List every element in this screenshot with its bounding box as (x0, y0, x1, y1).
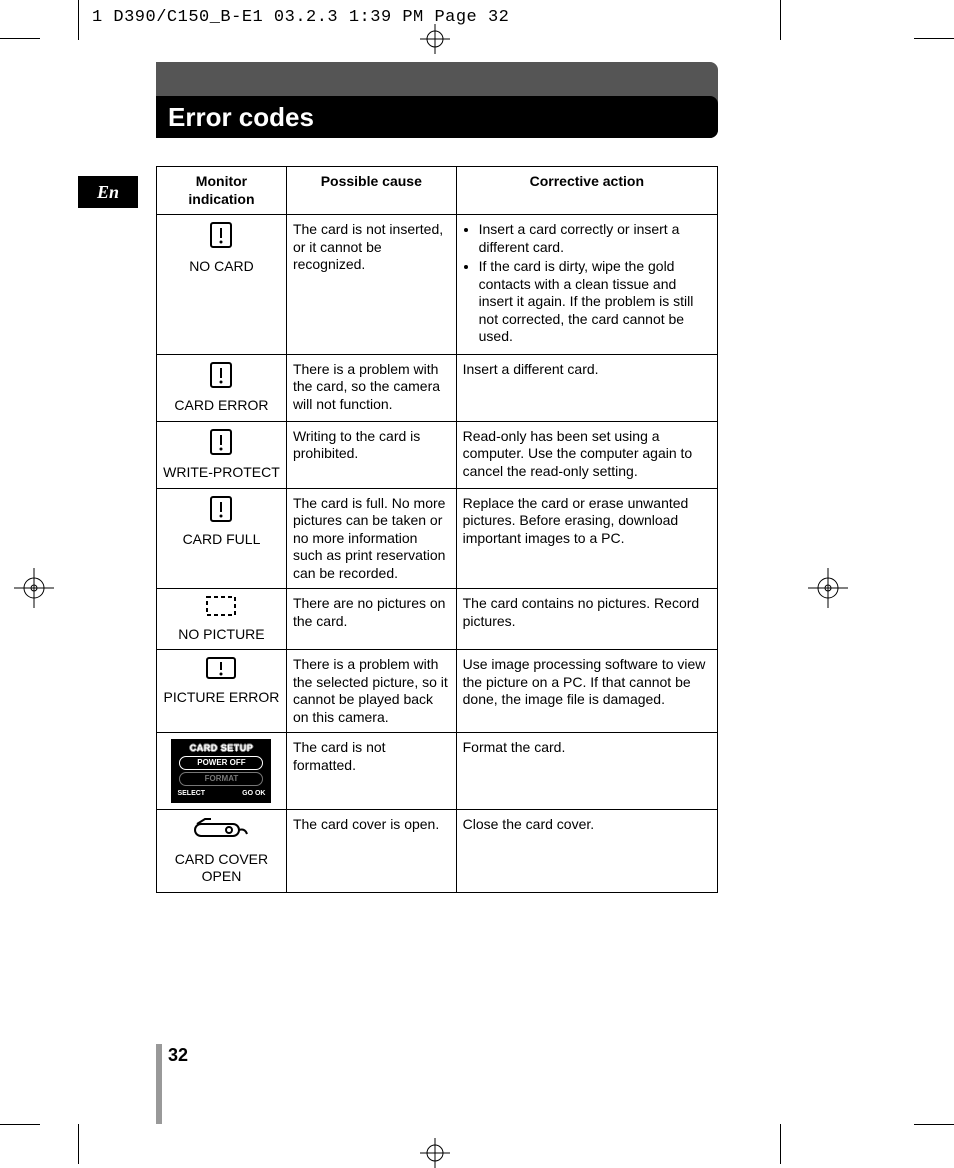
warning-frame-icon (205, 656, 237, 685)
table-row: PICTURE ERROR There is a problem with th… (157, 650, 718, 733)
corrective-action: The card contains no pictures. Record pi… (456, 589, 717, 650)
table-row: CARD FULL The card is full. No more pict… (157, 488, 718, 589)
corrective-action: Close the card cover. (456, 810, 717, 893)
crop-mark (780, 0, 781, 40)
corrective-action: Format the card. (456, 733, 717, 810)
col-header-cause: Possible cause (286, 167, 456, 215)
crop-mark (914, 38, 954, 39)
registration-mark-icon (14, 568, 54, 608)
possible-cause: The card cover is open. (286, 810, 456, 893)
monitor-label: NO CARD (163, 258, 280, 276)
print-header: 1 D390/C150_B-E1 03.2.3 1:39 PM Page 32 (92, 8, 509, 27)
registration-mark-icon (808, 568, 848, 608)
crop-mark (0, 1124, 40, 1125)
table-row: CARD COVER OPEN The card cover is open. … (157, 810, 718, 893)
monitor-label: PICTURE ERROR (163, 689, 280, 707)
warning-card-icon (209, 221, 233, 254)
crop-mark (0, 38, 40, 39)
card-setup-title: CARD SETUP (175, 743, 267, 754)
warning-card-icon (209, 361, 233, 394)
possible-cause: The card is not formatted. (286, 733, 456, 810)
table-row: NO PICTURE There are no pictures on the … (157, 589, 718, 650)
col-header-action: Corrective action (456, 167, 717, 215)
action-bullet: If the card is dirty, wipe the gold cont… (479, 258, 711, 346)
possible-cause: There is a problem with the selected pic… (286, 650, 456, 733)
corrective-action: Read-only has been set using a computer.… (456, 421, 717, 488)
corrective-action: Use image processing software to view th… (456, 650, 717, 733)
possible-cause: The card is not inserted, or it cannot b… (286, 215, 456, 355)
possible-cause: There are no pictures on the card. (286, 589, 456, 650)
card-cover-open-icon (191, 816, 251, 847)
language-tab: En (78, 176, 138, 208)
monitor-label: CARD COVER OPEN (163, 851, 280, 886)
crop-mark (78, 0, 79, 40)
col-header-monitor: Monitor indication (157, 167, 287, 215)
card-setup-footer-select: SELECT (177, 790, 205, 799)
table-row: NO CARD The card is not inserted, or it … (157, 215, 718, 355)
table-row: CARD SETUP POWER OFF FORMAT SELECT GO OK… (157, 733, 718, 810)
monitor-label: NO PICTURE (163, 626, 280, 644)
corrective-action: Replace the card or erase unwanted pictu… (456, 488, 717, 589)
monitor-label: CARD ERROR (163, 397, 280, 415)
possible-cause: Writing to the card is prohibited. (286, 421, 456, 488)
possible-cause: There is a problem with the card, so the… (286, 354, 456, 421)
possible-cause: The card is full. No more pictures can b… (286, 488, 456, 589)
card-setup-option-format: FORMAT (179, 772, 263, 786)
table-row: CARD ERROR There is a problem with the c… (157, 354, 718, 421)
crop-mark (914, 1124, 954, 1125)
monitor-label: WRITE-PROTECT (163, 464, 280, 482)
page-title: Error codes (156, 96, 718, 138)
page-number-bar (156, 1044, 162, 1124)
crop-mark (78, 1124, 79, 1164)
card-setup-option-poweroff: POWER OFF (179, 756, 263, 770)
monitor-label: CARD FULL (163, 531, 280, 549)
error-codes-table: Monitor indication Possible cause Correc… (156, 166, 718, 893)
card-setup-screen-icon: CARD SETUP POWER OFF FORMAT SELECT GO OK (171, 739, 271, 803)
table-row: WRITE-PROTECT Writing to the card is pro… (157, 421, 718, 488)
warning-card-icon (209, 495, 233, 528)
dashed-frame-icon (205, 595, 237, 622)
page: Error codes En Monitor indication Possib… (78, 38, 780, 1124)
corrective-action: Insert a different card. (456, 354, 717, 421)
page-number: 32 (168, 1045, 188, 1066)
crop-mark (780, 1124, 781, 1164)
warning-card-icon (209, 428, 233, 461)
corrective-action: Insert a card correctly or insert a diff… (456, 215, 717, 355)
card-setup-footer-go: GO OK (242, 790, 265, 799)
action-bullet: Insert a card correctly or insert a diff… (479, 221, 711, 256)
